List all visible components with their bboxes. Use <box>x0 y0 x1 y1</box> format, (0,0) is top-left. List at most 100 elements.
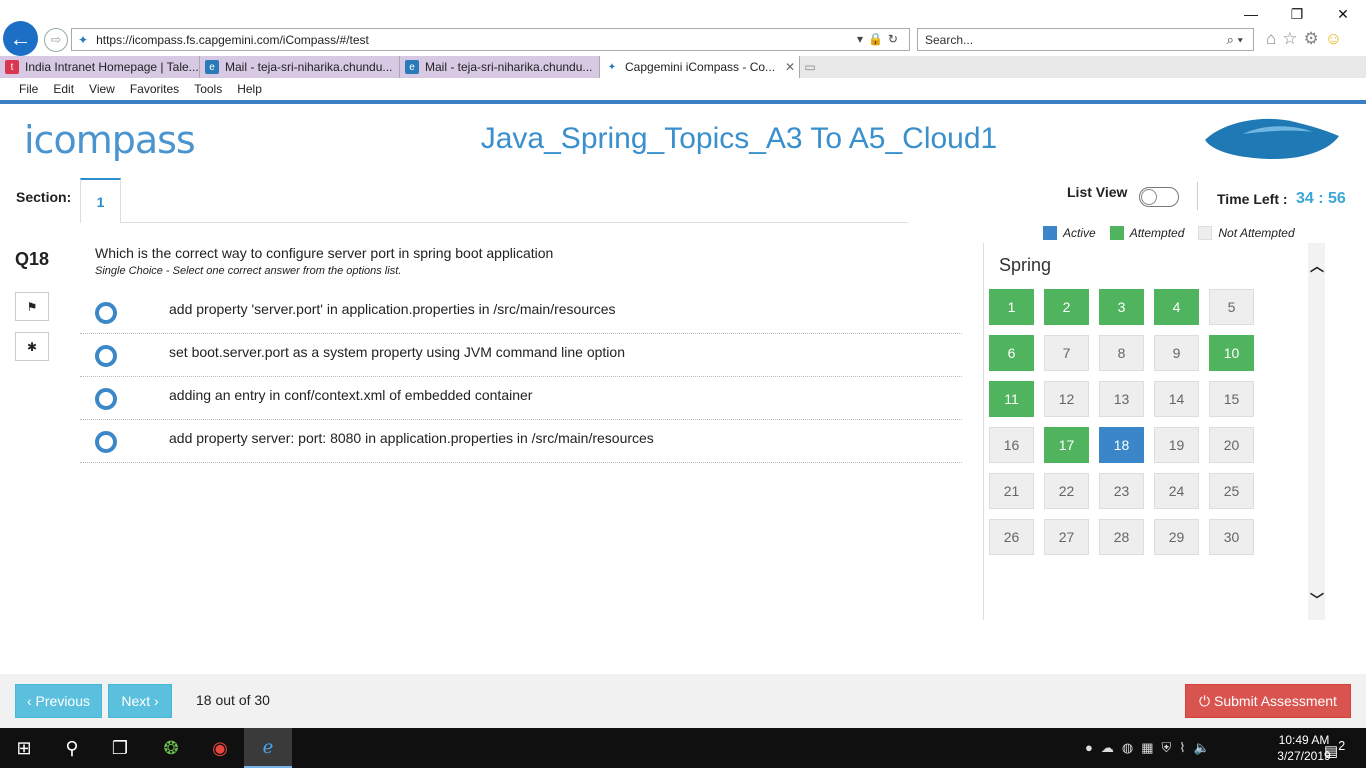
tray-network-icon[interactable]: ▦ <box>1141 740 1153 756</box>
list-view-toggle[interactable] <box>1139 187 1179 207</box>
tray-security-icon[interactable]: ⛨ <box>1162 740 1172 756</box>
palette-question-button[interactable]: 5 <box>1209 289 1254 325</box>
palette-question-button[interactable]: 13 <box>1099 381 1144 417</box>
palette-question-button[interactable]: 9 <box>1154 335 1199 371</box>
browser-tab[interactable]: e Mail - teja-sri-niharika.chundu... <box>200 56 400 78</box>
palette-question-button[interactable]: 29 <box>1154 519 1199 555</box>
answer-option[interactable]: adding an entry in conf/context.xml of e… <box>80 377 962 420</box>
flag-question-button[interactable]: ⚑ <box>15 292 49 321</box>
submit-assessment-button[interactable]: ⏻ Submit Assessment <box>1185 684 1351 718</box>
palette-question-button[interactable]: 10 <box>1209 335 1254 371</box>
option-text: adding an entry in conf/context.xml of e… <box>169 387 533 403</box>
next-button[interactable]: Next › <box>108 684 172 718</box>
close-icon[interactable]: ✕ <box>1320 0 1366 28</box>
new-tab-icon[interactable]: ▭ <box>800 56 820 78</box>
palette-question-button[interactable]: 22 <box>1044 473 1089 509</box>
browser-search-input[interactable]: Search... ⌕ ▾ <box>917 28 1254 51</box>
palette-question-button[interactable]: 26 <box>989 519 1034 555</box>
palette-question-button[interactable]: 8 <box>1099 335 1144 371</box>
task-view-icon[interactable]: ❐ <box>96 728 144 768</box>
palette-question-button[interactable]: 4 <box>1154 289 1199 325</box>
palette-question-button[interactable]: 11 <box>989 381 1034 417</box>
site-favicon-icon: ✦ <box>78 32 89 47</box>
minimize-icon[interactable]: — <box>1228 0 1274 28</box>
browser-tab[interactable]: t India Intranet Homepage | Tale... <box>0 56 200 78</box>
spring-tool-icon[interactable]: ❂ <box>147 728 195 768</box>
status-legend: Active Attempted Not Attempted <box>1043 226 1309 240</box>
palette-question-button[interactable]: 25 <box>1209 473 1254 509</box>
section-divider <box>121 222 908 223</box>
tab-label: India Intranet Homepage | Tale... <box>25 60 199 74</box>
restore-icon[interactable]: ❐ <box>1274 0 1320 28</box>
palette-question-button[interactable]: 19 <box>1154 427 1199 463</box>
palette-question-button[interactable]: 2 <box>1044 289 1089 325</box>
close-tab-icon[interactable]: ✕ <box>785 60 795 74</box>
option-radio[interactable] <box>95 388 117 410</box>
palette-question-button[interactable]: 16 <box>989 427 1034 463</box>
palette-question-button[interactable]: 3 <box>1099 289 1144 325</box>
palette-question-button[interactable]: 20 <box>1209 427 1254 463</box>
tray-globe-icon[interactable]: ◍ <box>1122 740 1133 756</box>
search-icon[interactable]: ⚲ <box>48 728 96 768</box>
volume-icon[interactable]: 🔈 <box>1194 740 1210 756</box>
wifi-icon[interactable]: ⌇ <box>1179 740 1185 756</box>
back-button[interactable]: ← <box>3 21 38 56</box>
time-left-value: 34 : 56 <box>1296 190 1346 207</box>
legend-attempted-swatch <box>1109 226 1124 240</box>
menu-tools[interactable]: Tools <box>194 82 222 96</box>
windows-start-icon[interactable]: ⊞ <box>0 728 48 768</box>
address-bar[interactable]: ✦ https://icompass.fs.capgemini.com/iCom… <box>71 28 910 51</box>
question-number: Q18 <box>15 249 50 269</box>
question-grid: 1 2 3 4 5 6 7 8 9 10 11 12 13 14 15 16 17 18 19 20 21 22 23 24 2… <box>989 289 1254 564</box>
palette-question-button[interactable]: 7 <box>1044 335 1089 371</box>
favorites-star-icon[interactable]: ☆ <box>1282 29 1297 49</box>
answer-option[interactable]: add property 'server.port' in applicatio… <box>80 291 962 334</box>
section-tab-1[interactable]: 1 <box>80 178 121 223</box>
smiley-feedback-icon[interactable]: ☺ <box>1325 29 1342 49</box>
onedrive-icon[interactable]: ☁ <box>1101 740 1114 756</box>
notification-center-icon[interactable]: ▤2 <box>1324 739 1345 760</box>
answer-option[interactable]: add property server: port: 8080 in appli… <box>80 420 962 463</box>
palette-question-button[interactable]: 18 <box>1099 427 1144 463</box>
address-bar-actions-icon[interactable]: ▾🔒↻ <box>857 32 903 46</box>
palette-question-button[interactable]: 28 <box>1099 519 1144 555</box>
flag-icon: ⚑ <box>26 299 38 314</box>
option-radio[interactable] <box>95 302 117 324</box>
settings-gear-icon[interactable]: ⚙ <box>1304 29 1319 49</box>
palette-question-button[interactable]: 14 <box>1154 381 1199 417</box>
menu-favorites[interactable]: Favorites <box>130 82 179 96</box>
option-text: set boot.server.port as a system propert… <box>169 344 625 360</box>
palette-question-button[interactable]: 21 <box>989 473 1034 509</box>
chevron-down-icon[interactable]: ﹀ <box>1310 590 1324 610</box>
menu-edit[interactable]: Edit <box>53 82 74 96</box>
window-controls: — ❐ ✕ <box>1228 0 1366 28</box>
palette-question-button[interactable]: 27 <box>1044 519 1089 555</box>
palette-question-button[interactable]: 1 <box>989 289 1034 325</box>
answer-option[interactable]: set boot.server.port as a system propert… <box>80 334 962 377</box>
option-radio[interactable] <box>95 431 117 453</box>
palette-question-button[interactable]: 24 <box>1154 473 1199 509</box>
tray-app-icon[interactable]: ● <box>1085 740 1093 756</box>
previous-button[interactable]: ‹ Previous <box>15 684 102 718</box>
palette-question-button[interactable]: 12 <box>1044 381 1089 417</box>
palette-question-button[interactable]: 15 <box>1209 381 1254 417</box>
report-bug-button[interactable]: ✱ <box>15 332 49 361</box>
palette-question-button[interactable]: 30 <box>1209 519 1254 555</box>
browser-tab[interactable]: e Mail - teja-sri-niharika.chundu... <box>400 56 600 78</box>
palette-scrollbar[interactable] <box>1308 243 1325 620</box>
forward-button[interactable]: ⇨ <box>44 28 68 52</box>
chrome-icon[interactable]: ◉ <box>196 728 244 768</box>
menu-help[interactable]: Help <box>237 82 262 96</box>
palette-question-button[interactable]: 6 <box>989 335 1034 371</box>
internet-explorer-icon[interactable]: ℯ <box>244 728 292 768</box>
menu-view[interactable]: View <box>89 82 115 96</box>
palette-question-button[interactable]: 23 <box>1099 473 1144 509</box>
home-icon[interactable]: ⌂ <box>1266 29 1276 49</box>
palette-question-button[interactable]: 17 <box>1044 427 1089 463</box>
option-text: add property 'server.port' in applicatio… <box>169 301 616 317</box>
chevron-up-icon[interactable]: ︿ <box>1310 256 1324 276</box>
menu-file[interactable]: File <box>19 82 38 96</box>
option-radio[interactable] <box>95 345 117 367</box>
search-icon[interactable]: ⌕ ▾ <box>1227 32 1243 48</box>
browser-tab-active[interactable]: ✦ Capgemini iCompass - Co... ✕ <box>600 56 800 78</box>
